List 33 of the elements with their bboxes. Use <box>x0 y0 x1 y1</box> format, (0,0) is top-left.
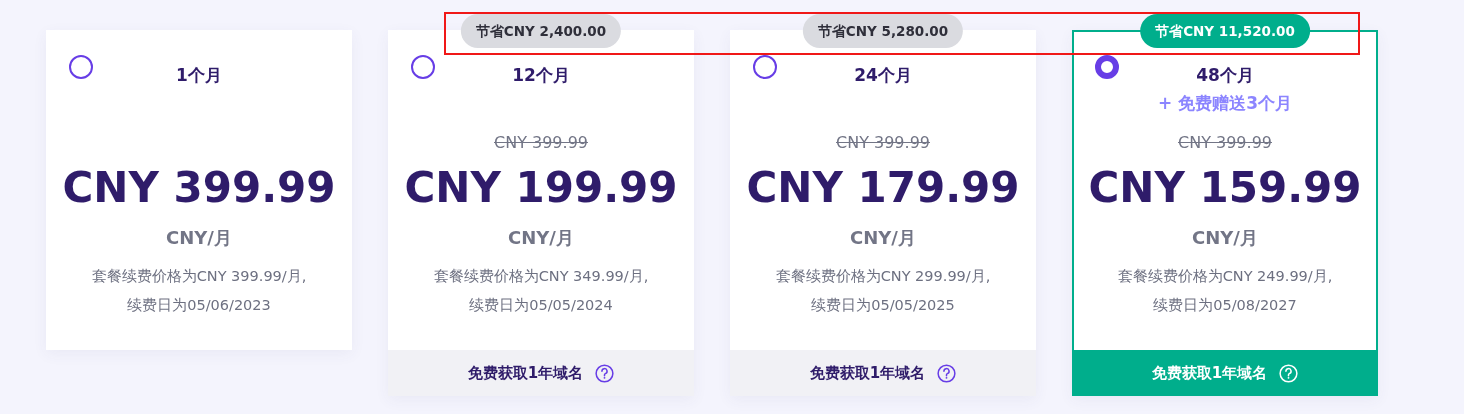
price-unit: CNY/月 <box>850 227 916 248</box>
savings-badge: 节省CNY 5,280.00 <box>802 14 964 48</box>
renewal-note: 套餐续费价格为CNY 249.99/月, 续费日为05/08/2027 <box>1117 267 1333 315</box>
domain-offer-text: 免费获取1年域名 <box>809 363 926 383</box>
price-unit: CNY/月 <box>508 227 574 248</box>
price-unit: CNY/月 <box>166 227 232 248</box>
original-price: CNY 399.99 <box>836 133 930 152</box>
help-icon[interactable] <box>937 363 957 383</box>
radio-button[interactable] <box>753 55 777 79</box>
radio-button[interactable] <box>411 55 435 79</box>
plan-card[interactable]: 1个月 CNY 399.99 CNY/月 套餐续费价格为CNY 399.99/月, 续费日为05/06/2023 <box>46 30 352 350</box>
radio-button[interactable] <box>69 55 93 79</box>
renewal-note: 套餐续费价格为CNY 399.99/月, 续费日为05/06/2023 <box>91 267 307 315</box>
original-price: CNY 399.99 <box>494 133 588 152</box>
domain-offer-text: 免费获取1年域名 <box>467 363 584 383</box>
original-price: CNY 399.99 <box>1178 133 1272 152</box>
renewal-note: 套餐续费价格为CNY 299.99/月, 续费日为05/05/2025 <box>775 267 991 315</box>
plan-duration: 12个月 <box>512 64 570 87</box>
domain-offer-text: 免费获取1年域名 <box>1151 363 1268 383</box>
price-unit: CNY/月 <box>1192 227 1258 248</box>
bonus-text: + 免费赠送3个月 <box>1158 93 1292 113</box>
radio-button[interactable] <box>1095 55 1119 79</box>
renewal-note: 套餐续费价格为CNY 349.99/月, 续费日为05/05/2024 <box>433 267 649 315</box>
plan-duration: 1个月 <box>176 64 222 87</box>
savings-badge: 节省CNY 2,400.00 <box>460 14 622 48</box>
plan-duration: 48个月 <box>1196 64 1254 87</box>
plan-duration: 24个月 <box>854 64 912 87</box>
help-icon[interactable] <box>595 363 615 383</box>
price: CNY 179.99 <box>746 163 1020 212</box>
price: CNY 199.99 <box>404 163 678 212</box>
price: CNY 399.99 <box>62 163 336 212</box>
savings-badge: 节省CNY 11,520.00 <box>1140 14 1310 48</box>
price: CNY 159.99 <box>1088 163 1362 212</box>
